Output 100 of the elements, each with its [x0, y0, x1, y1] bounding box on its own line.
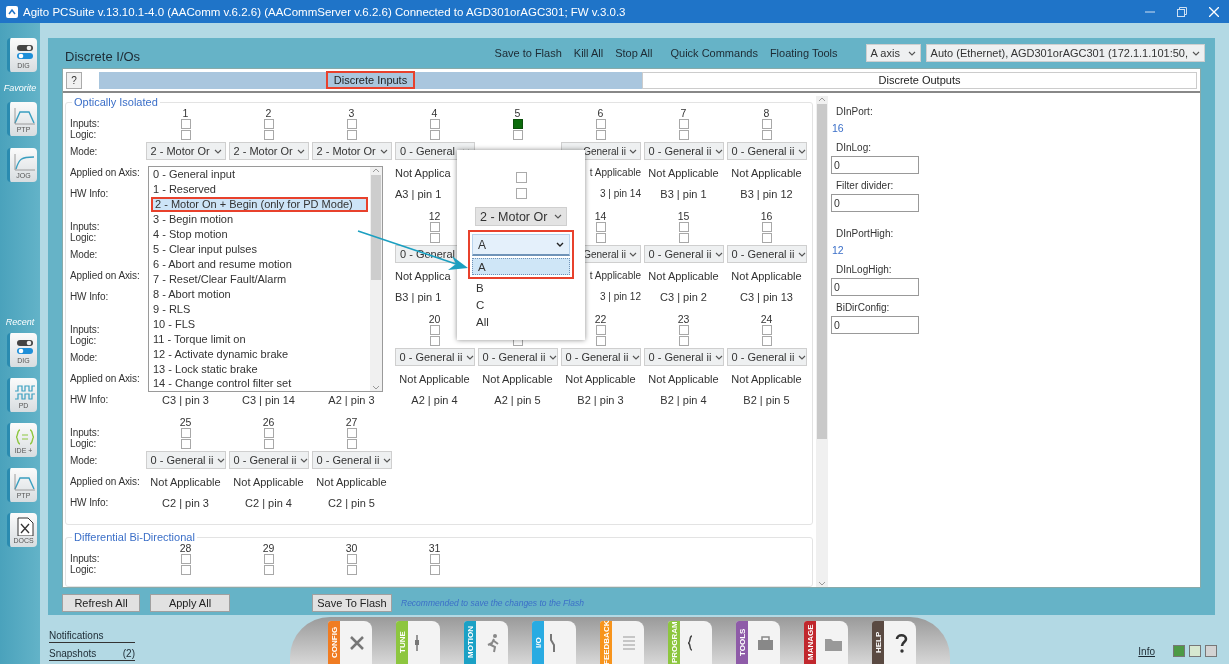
checkbox[interactable]	[761, 232, 772, 243]
axis-option[interactable]: B	[471, 279, 571, 296]
toolbar-link[interactable]: Floating Tools	[769, 47, 838, 59]
mode-select[interactable]: 0 - General ii	[643, 142, 724, 160]
vertical-scrollbar[interactable]	[816, 96, 828, 587]
dropdown-option[interactable]: 12 - Activate dynamic brake	[151, 346, 368, 362]
checkbox[interactable]	[515, 188, 527, 199]
dropdown-option[interactable]: 14 - Change control filter set	[151, 376, 368, 391]
checkbox[interactable]	[429, 564, 440, 575]
help-button[interactable]: ?	[66, 71, 82, 89]
restore-icon[interactable]	[1177, 6, 1187, 17]
checkbox[interactable]	[678, 335, 689, 346]
checkbox[interactable]	[761, 129, 772, 140]
checkbox[interactable]	[678, 129, 689, 140]
toolbar-link[interactable]: Save to Flash	[494, 47, 562, 59]
checkbox[interactable]	[180, 564, 191, 575]
dropdown-option[interactable]: 4 - Stop motion	[151, 226, 368, 242]
mode-select[interactable]: 2 - Motor Or	[311, 142, 392, 160]
checkbox[interactable]	[263, 564, 274, 575]
checkbox[interactable]	[346, 564, 357, 575]
dock-tab[interactable]: MANAGE	[804, 621, 848, 664]
toolbar-link[interactable]: Quick Commands	[670, 47, 758, 59]
mode-select[interactable]: 0 - General ii	[726, 142, 807, 160]
checkbox[interactable]	[180, 118, 191, 129]
checkbox[interactable]	[346, 129, 357, 140]
checkbox[interactable]	[429, 553, 440, 564]
checkbox[interactable]	[515, 172, 527, 183]
checkbox[interactable]	[512, 118, 523, 129]
mode-select[interactable]: 2 - Motor Or	[475, 207, 567, 226]
checkbox[interactable]	[263, 129, 274, 140]
checkbox[interactable]	[429, 129, 440, 140]
dropdown-option[interactable]: 0 - General input	[151, 167, 368, 182]
checkbox[interactable]	[346, 118, 357, 129]
dropdown-option[interactable]: 9 - RLS	[151, 301, 368, 317]
dropdown-option[interactable]: 6 - Abort and resume motion	[151, 256, 368, 272]
axis-option[interactable]: C	[471, 296, 571, 313]
dock-tab[interactable]: HELP	[872, 621, 916, 664]
dropdown-option[interactable]: 13 - Lock static brake	[151, 361, 368, 376]
checkbox[interactable]	[595, 129, 606, 140]
property-field[interactable]: 0	[831, 278, 919, 296]
dock-tab[interactable]: TOOLS	[736, 621, 780, 664]
action-button[interactable]: Save To Flash	[312, 594, 392, 612]
toolbar-link[interactable]: Kill All	[573, 47, 604, 59]
snapshots-link[interactable]: Snapshots (2)	[49, 648, 135, 661]
checkbox[interactable]	[761, 324, 772, 335]
dropdown-option[interactable]: 1 - Reserved	[151, 181, 368, 197]
mode-select[interactable]: 0 - General ii	[726, 348, 807, 366]
checkbox[interactable]	[180, 553, 191, 564]
axis-option[interactable]: A	[472, 258, 570, 275]
checkbox[interactable]	[180, 438, 191, 449]
checkbox[interactable]	[346, 438, 357, 449]
checkbox[interactable]	[595, 335, 606, 346]
mode-select[interactable]: 0 - General ii	[477, 348, 558, 366]
axis-select[interactable]: A	[472, 234, 570, 256]
mode-select[interactable]: 0 - General ii	[726, 245, 807, 263]
checkbox[interactable]	[429, 324, 440, 335]
checkbox[interactable]	[761, 118, 772, 129]
mode-select[interactable]: 2 - Motor Or	[145, 142, 226, 160]
checkbox[interactable]	[429, 335, 440, 346]
checkbox[interactable]	[263, 427, 274, 438]
mode-select[interactable]: 0 - General ii	[394, 348, 475, 366]
notifications-link[interactable]: Notifications	[49, 630, 135, 643]
property-field[interactable]: 0	[831, 156, 919, 174]
connection-select[interactable]: Auto (Ethernet), AGD301orAGC301 (172.1.1.101:50,	[925, 44, 1205, 62]
checkbox[interactable]	[429, 118, 440, 129]
checkbox[interactable]	[595, 232, 606, 243]
mode-select[interactable]: 0 - General ii	[643, 245, 724, 263]
mode-select[interactable]: 0 - General ii	[145, 451, 226, 469]
dropdown-option[interactable]: 2 - Motor On + Begin (only for PD Mode)	[151, 196, 368, 212]
checkbox[interactable]	[678, 324, 689, 335]
checkbox[interactable]	[761, 221, 772, 232]
dropdown-option[interactable]: 8 - Abort motion	[151, 286, 368, 302]
checkbox[interactable]	[429, 232, 440, 243]
checkbox[interactable]	[595, 118, 606, 129]
dropdown-option[interactable]: 3 - Begin motion	[151, 211, 368, 227]
checkbox[interactable]	[595, 221, 606, 232]
mode-select[interactable]: 2 - Motor Or	[228, 142, 309, 160]
tab[interactable]: Discrete Inputs	[99, 71, 642, 89]
dropdown-option[interactable]: 10 - FLS	[151, 316, 368, 332]
property-field[interactable]: 0	[831, 316, 919, 334]
mode-select[interactable]: 0 - General ii	[560, 348, 641, 366]
checkbox[interactable]	[180, 427, 191, 438]
checkbox[interactable]	[678, 118, 689, 129]
tab[interactable]: Discrete Outputs	[642, 71, 1197, 89]
checkbox[interactable]	[678, 221, 689, 232]
action-button[interactable]: Refresh All	[62, 594, 140, 612]
checkbox[interactable]	[263, 438, 274, 449]
axis-option[interactable]: All	[471, 313, 571, 330]
dropdown-option[interactable]: 11 - Torque limit on	[151, 331, 368, 347]
list-scrollbar[interactable]	[370, 167, 382, 391]
axis-select[interactable]: A axis	[865, 44, 921, 62]
checkbox[interactable]	[263, 553, 274, 564]
checkbox[interactable]	[429, 221, 440, 232]
dropdown-option[interactable]: 5 - Clear input pulses	[151, 241, 368, 257]
checkbox[interactable]	[678, 232, 689, 243]
checkbox[interactable]	[761, 335, 772, 346]
checkbox[interactable]	[512, 129, 523, 140]
checkbox[interactable]	[263, 118, 274, 129]
mode-select[interactable]: 0 - General ii	[311, 451, 392, 469]
checkbox[interactable]	[346, 553, 357, 564]
